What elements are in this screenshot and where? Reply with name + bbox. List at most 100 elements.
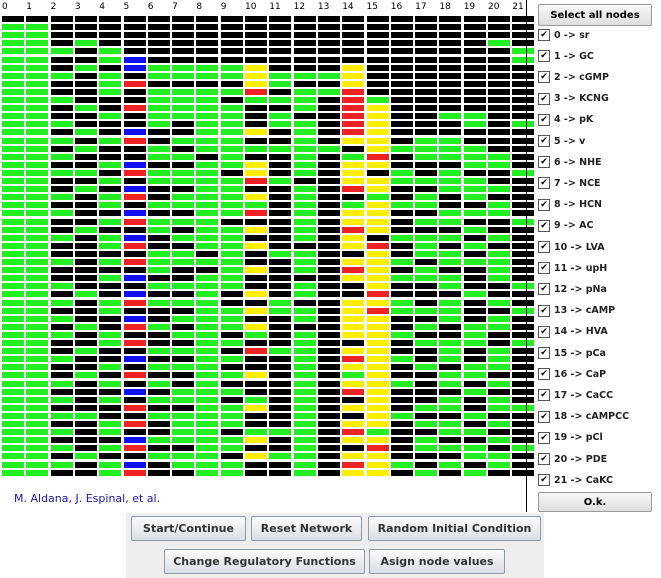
- node-checkbox[interactable]: ✔: [538, 262, 550, 275]
- node-row[interactable]: ✔ 7 -> NCE: [538, 176, 601, 190]
- state-cell: [245, 453, 267, 460]
- state-cell: [245, 445, 267, 452]
- node-row[interactable]: ✔ 5 -> v: [538, 134, 585, 148]
- ok-button[interactable]: O.k.: [538, 492, 652, 512]
- node-row[interactable]: ✔ 15 -> pCa: [538, 346, 606, 360]
- state-cell: [26, 331, 49, 338]
- state-cell: [390, 421, 413, 427]
- node-checkbox[interactable]: ✔: [538, 113, 550, 126]
- state-cell: [488, 348, 510, 355]
- node-row[interactable]: ✔ 10 -> LVA: [538, 240, 605, 254]
- state-cell: [415, 161, 438, 168]
- node-checkbox[interactable]: ✔: [538, 347, 550, 359]
- state-cell: [26, 340, 49, 346]
- node-checkbox[interactable]: ✔: [538, 241, 550, 253]
- state-cell: [317, 323, 340, 330]
- state-cell: [488, 121, 510, 128]
- reset-network-button[interactable]: Reset Network: [251, 516, 362, 541]
- state-cell: [172, 307, 195, 314]
- state-cell: [220, 178, 243, 184]
- start-continue-button[interactable]: Start/Continue: [131, 516, 246, 541]
- state-cell: [317, 283, 340, 290]
- state-cell: [172, 445, 195, 452]
- state-cell: [366, 437, 389, 444]
- node-row[interactable]: ✔ 1 -> GC: [538, 49, 594, 63]
- random-initial-condition-button[interactable]: Random Initial Condition: [368, 516, 541, 541]
- state-cell: [220, 437, 243, 444]
- node-checkbox[interactable]: ✔: [538, 177, 550, 190]
- state-cell: [293, 194, 316, 201]
- node-checkbox[interactable]: ✔: [538, 92, 550, 105]
- node-row[interactable]: ✔ 6 -> NHE: [538, 155, 602, 169]
- state-cell: [390, 469, 413, 476]
- node-checkbox[interactable]: ✔: [538, 389, 550, 402]
- node-row[interactable]: ✔ 4 -> pK: [538, 113, 593, 127]
- node-row[interactable]: ✔ 21 -> CaKC: [538, 473, 613, 487]
- state-cell: [26, 64, 49, 71]
- state-cell: [293, 437, 316, 444]
- node-checkbox[interactable]: ✔: [538, 283, 550, 296]
- state-cell: [245, 145, 267, 152]
- node-checkbox[interactable]: ✔: [538, 368, 550, 381]
- state-cell: [463, 88, 486, 95]
- state-cell: [463, 80, 486, 87]
- node-checkbox[interactable]: ✔: [538, 304, 550, 317]
- node-row[interactable]: ✔ 9 -> AC: [538, 219, 593, 233]
- state-cell: [415, 169, 438, 176]
- node-row[interactable]: ✔ 0 -> sr: [538, 28, 589, 42]
- state-cell: [342, 364, 365, 371]
- state-cell: [439, 145, 462, 152]
- node-checkbox[interactable]: ✔: [538, 410, 550, 423]
- node-checkbox[interactable]: ✔: [538, 453, 550, 465]
- state-cell: [415, 226, 438, 233]
- state-cell: [220, 97, 243, 103]
- node-row[interactable]: ✔ 18 -> cAMPCC: [538, 410, 629, 424]
- state-cell: [463, 113, 486, 120]
- node-row[interactable]: ✔ 17 -> CaCC: [538, 388, 613, 402]
- state-cell: [390, 129, 413, 136]
- node-row[interactable]: ✔ 3 -> KCNG: [538, 92, 609, 106]
- state-cell: [99, 40, 122, 47]
- node-checkbox[interactable]: ✔: [538, 71, 550, 84]
- state-cell: [99, 453, 122, 460]
- select-all-nodes-button[interactable]: Select all nodes: [538, 4, 652, 26]
- state-cell: [172, 396, 195, 403]
- state-cell: [2, 340, 24, 346]
- state-cell: [293, 291, 316, 298]
- change-regulatory-functions-button[interactable]: Change Regulatory Functions: [164, 549, 365, 574]
- node-checkbox[interactable]: ✔: [538, 431, 550, 444]
- node-row[interactable]: ✔ 11 -> upH: [538, 261, 607, 275]
- state-cell: [342, 242, 365, 249]
- node-checkbox[interactable]: ✔: [538, 135, 550, 147]
- node-checkbox[interactable]: ✔: [538, 29, 550, 41]
- state-cell: [99, 259, 122, 265]
- state-cell: [26, 202, 49, 209]
- state-cell: [196, 194, 219, 201]
- node-row[interactable]: ✔ 16 -> CaP: [538, 367, 606, 381]
- node-checkbox[interactable]: ✔: [538, 198, 550, 211]
- state-cell: [463, 161, 486, 168]
- node-checkbox[interactable]: ✔: [538, 50, 550, 63]
- node-checkbox[interactable]: ✔: [538, 325, 550, 338]
- node-checkbox[interactable]: ✔: [538, 474, 550, 487]
- node-checkbox[interactable]: ✔: [538, 156, 550, 169]
- node-checkbox[interactable]: ✔: [538, 219, 550, 232]
- node-row[interactable]: ✔ 14 -> HVA: [538, 325, 608, 339]
- state-cell: [50, 48, 73, 55]
- node-row[interactable]: ✔ 2 -> cGMP: [538, 70, 609, 84]
- state-cell: [366, 469, 389, 476]
- state-cell: [415, 88, 438, 95]
- state-cell: [172, 153, 195, 160]
- node-row[interactable]: ✔ 19 -> pCl: [538, 431, 603, 445]
- state-cell: [269, 169, 292, 176]
- state-cell: [50, 323, 73, 330]
- node-row[interactable]: ✔ 8 -> HCN: [538, 198, 602, 212]
- state-cell: [317, 307, 340, 314]
- node-row[interactable]: ✔ 20 -> PDE: [538, 452, 607, 466]
- asign-node-values-button[interactable]: Asign node values: [369, 549, 505, 574]
- state-cell: [293, 202, 316, 209]
- state-cell: [99, 469, 122, 476]
- node-row[interactable]: ✔ 12 -> pNa: [538, 282, 607, 296]
- node-row[interactable]: ✔ 13 -> cAMP: [538, 304, 615, 318]
- state-cell: [26, 72, 49, 79]
